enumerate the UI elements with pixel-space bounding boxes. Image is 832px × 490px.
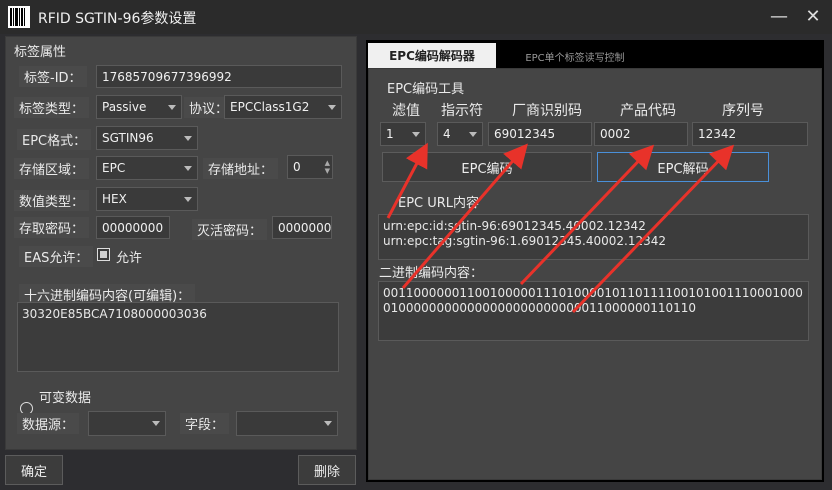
chevron-down-icon (184, 196, 192, 202)
kill-password-field[interactable]: 00000000 (272, 216, 332, 239)
minimize-button[interactable]: — (764, 2, 794, 32)
filter-header: 滤值 (392, 103, 420, 119)
value-type-label: 数值类型： (14, 190, 90, 211)
value-type-value: HEX (102, 192, 127, 206)
access-password-field[interactable]: 00000000 (96, 216, 170, 239)
tag-id-label: 标签-ID： (19, 66, 87, 87)
company-prefix-field[interactable]: 69012345 (488, 122, 592, 146)
tag-type-label: 标签类型： (14, 97, 90, 118)
ok-button[interactable]: 确定 (5, 455, 63, 485)
binary-content-textarea[interactable]: 0011000000110010000011101000010110111100… (378, 281, 809, 341)
partition-value: 4 (443, 127, 451, 141)
chevron-down-icon (328, 104, 336, 110)
epc-format-label: EPC格式： (17, 129, 92, 150)
serial-header: 序列号 (722, 103, 764, 119)
epc-format-select[interactable]: SGTIN96 (96, 126, 198, 150)
serial-field[interactable]: 12342 (692, 122, 808, 146)
storage-address-stepper[interactable]: 0 ▲ ▼ (287, 155, 333, 179)
access-password-label: 存取密码： (14, 217, 90, 238)
binary-content-label: 二进制编码内容： (379, 266, 484, 281)
barcode-app-icon (8, 6, 30, 28)
eas-checkbox-label: 允许 (116, 251, 143, 266)
tab-single-tag-control[interactable]: EPC单个标签读写控制 (500, 46, 650, 66)
epc-tool-title: EPC编码工具 (387, 82, 465, 97)
tag-properties-title: 标签属性 (14, 45, 67, 60)
filter-value: 1 (386, 127, 394, 141)
chevron-down-icon (324, 421, 332, 426)
tag-type-select[interactable]: Passive (96, 95, 182, 119)
kill-password-label: 灭活密码： (192, 219, 268, 240)
chevron-down-icon (184, 135, 192, 141)
partition-header: 指示符 (441, 103, 483, 119)
storage-address-value: 0 (293, 160, 301, 174)
window-title: RFID SGTIN-96参数设置 (38, 11, 197, 27)
storage-area-label: 存储区域： (14, 158, 90, 179)
filter-select[interactable]: 1 (380, 122, 426, 146)
eas-label: EAS允许： (19, 246, 94, 267)
spinner-arrows-icon[interactable]: ▲ ▼ (325, 159, 330, 175)
product-code-field[interactable]: 0002 (594, 122, 688, 146)
product-code-header: 产品代码 (620, 103, 676, 119)
field-select[interactable] (236, 411, 338, 436)
value-type-select[interactable]: HEX (96, 187, 198, 211)
close-button[interactable]: ✕ (798, 2, 828, 32)
chevron-down-icon (152, 421, 160, 426)
epc-url-textbox[interactable]: urn:epc:id:sgtin-96:69012345.40002.12342… (378, 214, 809, 260)
epc-url-line-2: urn:epc:tag:sgtin-96:1.69012345.40002.12… (383, 234, 666, 248)
partition-select[interactable]: 4 (437, 122, 483, 146)
protocol-value: EPCClass1G2 (230, 100, 310, 114)
datasource-select[interactable] (88, 411, 166, 436)
datasource-label: 数据源： (17, 413, 80, 434)
chevron-down-icon (184, 165, 192, 171)
company-prefix-header: 厂商识别码 (512, 103, 582, 119)
tab-epc-codec[interactable]: EPC编码解码器 (368, 43, 496, 68)
chevron-down-icon (412, 131, 420, 137)
variable-data-label: 可变数据 (39, 391, 92, 406)
epc-url-label: EPC URL内容 (398, 196, 480, 211)
epc-format-value: SGTIN96 (102, 131, 154, 145)
storage-area-value: EPC (102, 161, 126, 175)
field-label: 字段： (180, 413, 230, 434)
storage-area-select[interactable]: EPC (96, 156, 198, 180)
hex-content-textarea[interactable]: 30320E85BCA7108000003036 (17, 302, 339, 372)
protocol-select[interactable]: EPCClass1G2 (224, 95, 342, 119)
eas-checkbox[interactable] (97, 248, 110, 261)
epc-decode-button[interactable]: EPC解码 (597, 152, 769, 182)
chevron-down-icon (469, 131, 477, 137)
epc-encode-button[interactable]: EPC编码 (382, 152, 592, 182)
storage-address-label: 存储地址： (203, 158, 279, 179)
delete-button[interactable]: 删除 (298, 455, 356, 485)
tag-type-value: Passive (102, 100, 147, 114)
tag-id-field[interactable]: 17685709677396992 (96, 65, 342, 88)
chevron-down-icon (168, 104, 176, 110)
epc-url-line-1: urn:epc:id:sgtin-96:69012345.40002.12342 (383, 219, 646, 233)
